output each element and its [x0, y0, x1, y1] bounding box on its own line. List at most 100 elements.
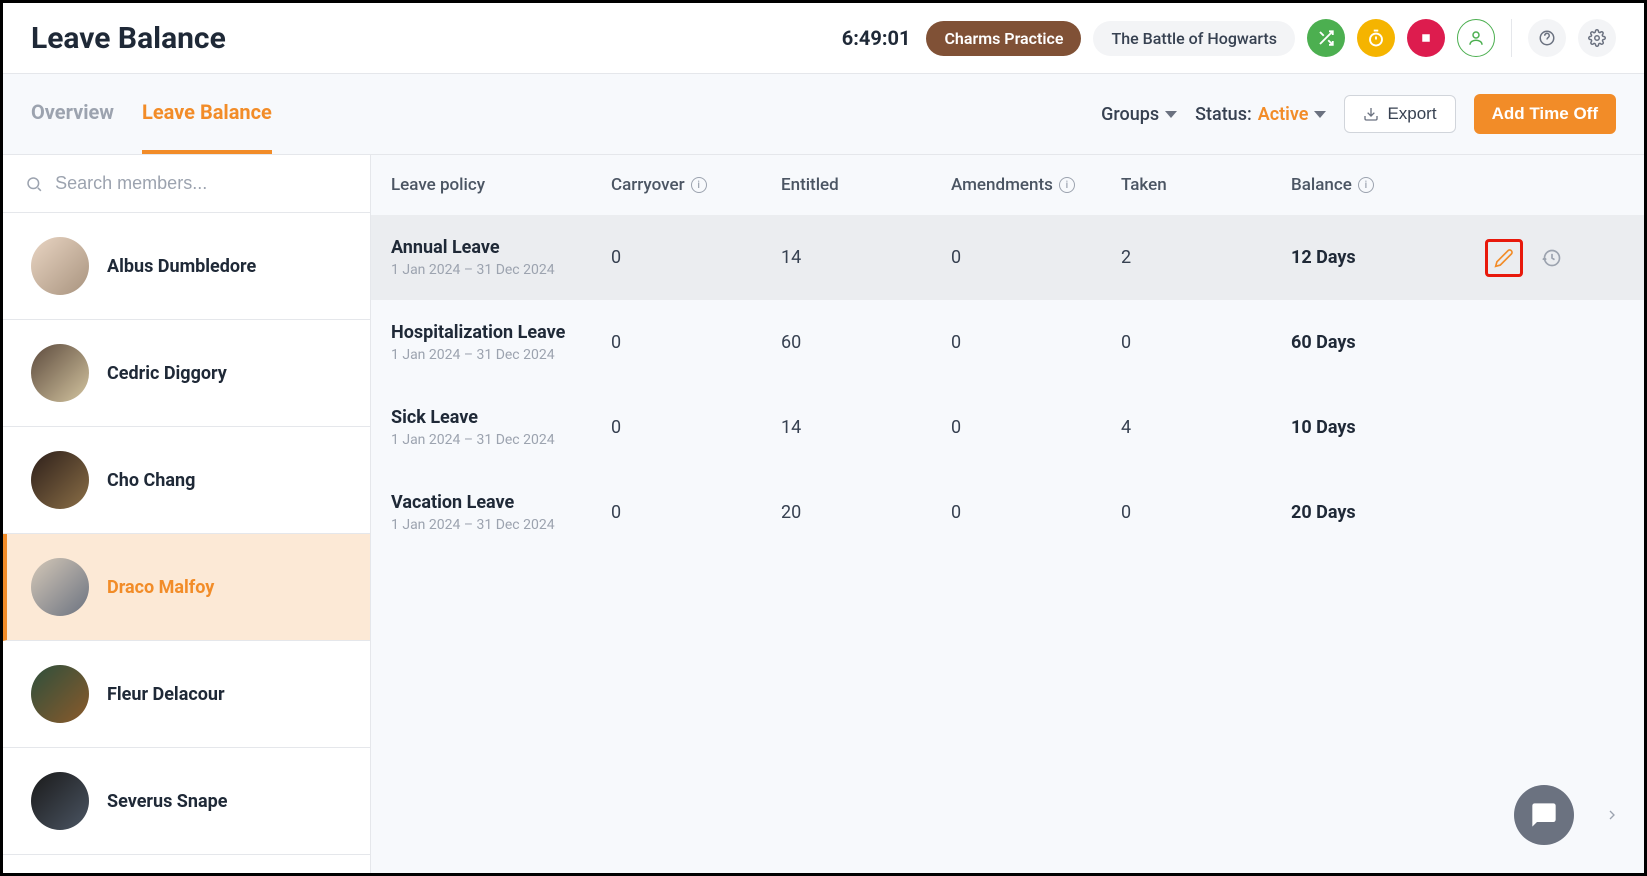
- shuffle-button[interactable]: [1307, 19, 1345, 57]
- divider: [1511, 19, 1512, 57]
- tab-leave-balance[interactable]: Leave Balance: [142, 74, 272, 154]
- stop-icon: [1417, 29, 1435, 47]
- search-input[interactable]: [55, 173, 348, 194]
- status-label: Status:: [1195, 104, 1252, 125]
- leave-table: Leave policy Carryoveri Entitled Amendme…: [371, 155, 1644, 873]
- tab-overview[interactable]: Overview: [31, 74, 114, 154]
- carryover-value: 0: [611, 332, 781, 353]
- col-entitled: Entitled: [781, 175, 951, 195]
- carryover-value: 0: [611, 247, 781, 268]
- amendments-value: 0: [951, 332, 1121, 353]
- member-item[interactable]: Cedric Diggory: [3, 320, 370, 427]
- stop-button[interactable]: [1407, 19, 1445, 57]
- member-item[interactable]: Cho Chang: [3, 427, 370, 534]
- entitled-value: 14: [781, 247, 951, 268]
- status-dropdown[interactable]: Status: Active: [1195, 104, 1326, 125]
- badge-task-1[interactable]: Charms Practice: [926, 21, 1081, 56]
- groups-label: Groups: [1101, 104, 1159, 125]
- history-icon: [1542, 248, 1562, 268]
- subheader: Overview Leave Balance Groups Status: Ac…: [3, 74, 1644, 155]
- member-item[interactable]: Severus Snape: [3, 748, 370, 855]
- taken-value: 0: [1121, 502, 1291, 523]
- taken-value: 2: [1121, 247, 1291, 268]
- col-carryover: Carryoveri: [611, 175, 781, 195]
- member-item[interactable]: Draco Malfoy: [3, 534, 370, 641]
- groups-dropdown[interactable]: Groups: [1101, 104, 1177, 125]
- table-header: Leave policy Carryoveri Entitled Amendme…: [371, 155, 1644, 215]
- pager-next[interactable]: [1598, 801, 1626, 829]
- taken-value: 0: [1121, 332, 1291, 353]
- policy-name: Vacation Leave: [391, 492, 611, 513]
- policy-name: Annual Leave: [391, 237, 611, 258]
- chevron-down-icon: [1165, 111, 1177, 118]
- balance-value: 12 Days: [1291, 247, 1481, 268]
- info-icon[interactable]: i: [691, 177, 707, 193]
- col-taken: Taken: [1121, 175, 1291, 195]
- policy-period: 1 Jan 2024 – 31 Dec 2024: [391, 432, 611, 448]
- settings-button[interactable]: [1578, 19, 1616, 57]
- chevron-down-icon: [1314, 111, 1326, 118]
- avatar: [31, 558, 89, 616]
- export-button[interactable]: Export: [1344, 95, 1455, 133]
- policy-period: 1 Jan 2024 – 31 Dec 2024: [391, 347, 611, 363]
- carryover-value: 0: [611, 502, 781, 523]
- avatar: [31, 237, 89, 295]
- stopwatch-icon: [1367, 29, 1385, 47]
- search-icon: [25, 174, 43, 194]
- table-row: Sick Leave 1 Jan 2024 – 31 Dec 2024 0 14…: [371, 385, 1644, 470]
- entitled-value: 20: [781, 502, 951, 523]
- avatar: [31, 665, 89, 723]
- balance-value: 20 Days: [1291, 502, 1481, 523]
- search-box: [3, 155, 370, 213]
- member-name: Cho Chang: [107, 470, 195, 491]
- chat-button[interactable]: [1514, 785, 1574, 845]
- amendments-value: 0: [951, 502, 1121, 523]
- subheader-actions: Groups Status: Active Export Add Time Of…: [1101, 94, 1616, 134]
- history-button[interactable]: [1533, 239, 1571, 277]
- policy-period: 1 Jan 2024 – 31 Dec 2024: [391, 517, 611, 533]
- content: Albus Dumbledore Cedric Diggory Cho Chan…: [3, 155, 1644, 873]
- member-name: Albus Dumbledore: [107, 256, 256, 277]
- table-row: Annual Leave 1 Jan 2024 – 31 Dec 2024 0 …: [371, 215, 1644, 300]
- avatar: [31, 772, 89, 830]
- member-name: Cedric Diggory: [107, 363, 227, 384]
- info-icon[interactable]: i: [1059, 177, 1075, 193]
- badge-task-2[interactable]: The Battle of Hogwarts: [1093, 21, 1295, 56]
- help-button[interactable]: [1528, 19, 1566, 57]
- chevron-right-icon: [1604, 807, 1620, 823]
- tabs: Overview Leave Balance: [31, 74, 272, 154]
- chat-icon: [1530, 801, 1558, 829]
- user-icon: [1467, 29, 1485, 47]
- header-actions: 6:49:01 Charms Practice The Battle of Ho…: [842, 19, 1616, 57]
- member-item[interactable]: Albus Dumbledore: [3, 213, 370, 320]
- member-name: Draco Malfoy: [107, 577, 214, 598]
- policy-name: Hospitalization Leave: [391, 322, 611, 343]
- pencil-icon: [1494, 248, 1514, 268]
- member-name: Fleur Delacour: [107, 684, 225, 705]
- policy-period: 1 Jan 2024 – 31 Dec 2024: [391, 262, 611, 278]
- status-value: Active: [1258, 104, 1309, 125]
- table-row: Vacation Leave 1 Jan 2024 – 31 Dec 2024 …: [371, 470, 1644, 555]
- download-icon: [1363, 106, 1379, 122]
- help-icon: [1538, 29, 1556, 47]
- edit-button[interactable]: [1485, 239, 1523, 277]
- timer-button[interactable]: [1357, 19, 1395, 57]
- member-item[interactable]: Fleur Delacour: [3, 641, 370, 748]
- balance-value: 60 Days: [1291, 332, 1481, 353]
- col-balance: Balancei: [1291, 175, 1481, 195]
- page-title: Leave Balance: [31, 21, 226, 56]
- amendments-value: 0: [951, 417, 1121, 438]
- col-policy: Leave policy: [391, 175, 611, 195]
- export-label: Export: [1387, 104, 1436, 124]
- settings-icon: [1588, 29, 1606, 47]
- taken-value: 4: [1121, 417, 1291, 438]
- user-button[interactable]: [1457, 19, 1495, 57]
- header: Leave Balance 6:49:01 Charms Practice Th…: [3, 3, 1644, 74]
- shuffle-icon: [1317, 29, 1335, 47]
- entitled-value: 60: [781, 332, 951, 353]
- entitled-value: 14: [781, 417, 951, 438]
- info-icon[interactable]: i: [1358, 177, 1374, 193]
- avatar: [31, 344, 89, 402]
- amendments-value: 0: [951, 247, 1121, 268]
- add-time-off-button[interactable]: Add Time Off: [1474, 94, 1616, 134]
